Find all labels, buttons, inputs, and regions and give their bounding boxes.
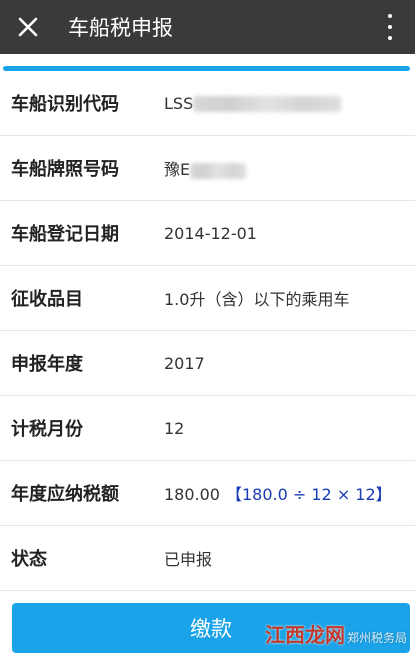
row-registration-date: 车船登记日期 2014-12-01 — [0, 201, 415, 266]
watermark: 江西龙网 郑州税务局 — [265, 619, 407, 648]
plate-number-value: 豫E — [164, 156, 247, 180]
registration-date-value: 2014-12-01 — [164, 223, 257, 243]
status-label: 状态 — [11, 549, 47, 570]
more-vertical-icon[interactable] — [383, 14, 397, 40]
status-value: 已申报 — [164, 550, 213, 569]
declaration-year-label: 申报年度 — [11, 354, 83, 375]
watermark-text: 郑州税务局 — [346, 631, 407, 645]
page-title: 车船税申报 — [68, 16, 173, 40]
title-bar: 车船税申报 — [0, 0, 415, 54]
plate-number-prefix: 豫E — [164, 160, 191, 179]
watermark-brand: 江西龙网 — [264, 623, 345, 647]
annual-tax-label: 年度应纳税额 — [11, 484, 119, 505]
close-button[interactable] — [0, 0, 56, 54]
tax-month-value: 12 — [164, 418, 185, 438]
vehicle-id-value: LSS — [164, 93, 342, 113]
tax-month-label: 计税月份 — [11, 419, 83, 440]
row-tax-month: 计税月份 12 — [0, 396, 415, 461]
row-tax-item: 征收品目 1.0升（含）以下的乘用车 — [0, 266, 415, 331]
close-icon — [18, 17, 38, 37]
vehicle-id-label: 车船识别代码 — [11, 94, 119, 115]
row-annual-tax: 年度应纳税额 180.00 【180.0 ÷ 12 × 12】 — [0, 461, 415, 526]
plate-number-label: 车船牌照号码 — [11, 159, 119, 180]
row-status: 状态 已申报 — [0, 526, 415, 591]
redacted-block — [193, 96, 342, 112]
redacted-block — [190, 162, 247, 179]
annual-tax-value: 180.00 【180.0 ÷ 12 × 12】 — [164, 481, 392, 505]
declaration-info-list: 车船识别代码 LSS 车船牌照号码 豫E 车船登记日期 2014-12-01 征… — [0, 71, 415, 591]
annual-tax-amount: 180.00 — [164, 485, 220, 504]
page: 车船税申报 车船识别代码 LSS 车船牌照号码 豫E 车船登记日期 2014-1… — [0, 0, 415, 656]
tax-item-value: 1.0升（含）以下的乘用车 — [164, 290, 350, 309]
row-vehicle-id: 车船识别代码 LSS — [0, 71, 415, 136]
row-plate-number: 车船牌照号码 豫E — [0, 136, 415, 201]
annual-tax-formula: 【180.0 ÷ 12 × 12】 — [225, 485, 392, 504]
declaration-year-value: 2017 — [164, 353, 205, 373]
vehicle-id-prefix: LSS — [164, 93, 194, 113]
tax-item-label: 征收品目 — [11, 289, 83, 310]
row-declaration-year: 申报年度 2017 — [0, 331, 415, 396]
registration-date-label: 车船登记日期 — [11, 224, 119, 245]
